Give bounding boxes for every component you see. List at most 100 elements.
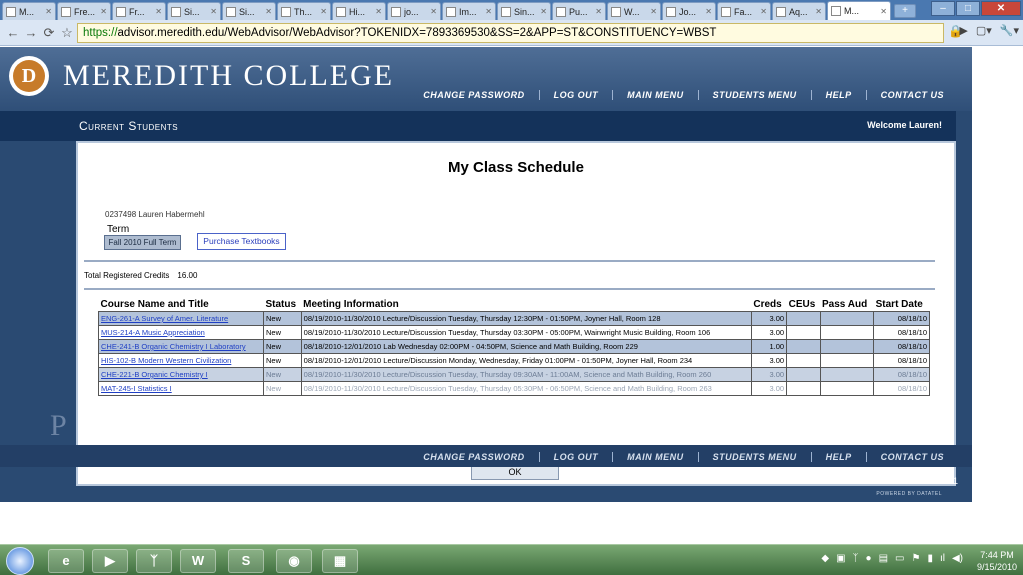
- maximize-button[interactable]: □: [956, 1, 980, 16]
- course-link[interactable]: CHE-241-B Organic Chemistry I Laboratory: [101, 342, 246, 351]
- tab-favicon-icon: [281, 6, 291, 17]
- tab-close-icon[interactable]: ✕: [540, 7, 547, 16]
- tray-icon[interactable]: ◆: [821, 553, 829, 564]
- skype-icon[interactable]: S: [228, 549, 264, 573]
- tab-close-icon[interactable]: ✕: [880, 7, 887, 16]
- welcome-message: Welcome Lauren!: [867, 120, 942, 130]
- nav-change-password[interactable]: Change Password: [409, 90, 538, 100]
- media-player-icon[interactable]: ▶: [92, 549, 128, 573]
- nav-log-out[interactable]: Log Out: [538, 90, 613, 100]
- tab-close-icon[interactable]: ✕: [760, 7, 767, 16]
- tab-close-icon[interactable]: ✕: [430, 7, 437, 16]
- table-cell: [819, 325, 875, 340]
- tab-close-icon[interactable]: ✕: [155, 7, 162, 16]
- tab-close-icon[interactable]: ✕: [485, 7, 492, 16]
- flag-icon[interactable]: ⚑: [911, 553, 920, 564]
- tab-close-icon[interactable]: ✕: [210, 7, 217, 16]
- nav-main-menu[interactable]: Main Menu: [612, 90, 698, 100]
- course-link[interactable]: ENG-261-A Survey of Amer. Literature: [101, 314, 228, 323]
- purchase-textbooks-button[interactable]: Purchase Textbooks: [197, 233, 286, 250]
- footer-nav-help[interactable]: Help: [810, 452, 866, 462]
- tab-close-icon[interactable]: ✕: [100, 7, 107, 16]
- footer-nav-students-menu[interactable]: Students Menu: [697, 452, 811, 462]
- browser-tab[interactable]: Fr... ✕: [112, 2, 166, 20]
- back-icon[interactable]: ←: [4, 25, 22, 40]
- tray-icon[interactable]: ●: [866, 553, 872, 564]
- term-selector-button[interactable]: Fall 2010 Full Term: [104, 235, 181, 250]
- tab-close-icon[interactable]: ✕: [650, 7, 657, 16]
- play-icon[interactable]: ▶: [959, 24, 967, 37]
- browser-tab[interactable]: M... ✕: [2, 2, 56, 20]
- tray-icon[interactable]: ▭: [895, 553, 904, 564]
- start-button-icon[interactable]: [6, 547, 34, 575]
- aim-icon[interactable]: ᛉ: [136, 549, 172, 573]
- course-link[interactable]: HIS-102-B Modern Western Civilization: [101, 356, 231, 365]
- tray-icon[interactable]: ᛉ: [853, 553, 859, 564]
- browser-tab[interactable]: Si... ✕: [222, 2, 276, 20]
- tab-close-icon[interactable]: ✕: [595, 7, 602, 16]
- ok-button[interactable]: OK: [471, 465, 559, 480]
- tab-close-icon[interactable]: ✕: [45, 7, 52, 16]
- chrome-icon[interactable]: ◉: [276, 549, 312, 573]
- course-link[interactable]: MUS-214-A Music Appreciation: [101, 328, 205, 337]
- browser-tab[interactable]: Aq... ✕: [772, 2, 826, 20]
- course-link[interactable]: CHE-221-B Organic Chemistry I: [101, 370, 208, 379]
- reload-icon[interactable]: ⟳: [40, 25, 58, 41]
- browser-tab[interactable]: jo... ✕: [387, 2, 441, 20]
- volume-icon[interactable]: ◀): [952, 553, 963, 564]
- tab-close-icon[interactable]: ✕: [705, 7, 712, 16]
- browser-tab[interactable]: Fa... ✕: [717, 2, 771, 20]
- tray-icon[interactable]: ▣: [836, 553, 845, 564]
- page-menu-icon[interactable]: ▢▾: [976, 24, 992, 37]
- table-cell: 08/19/2010-11/30/2010 Lecture/Discussion…: [300, 367, 752, 382]
- forward-icon[interactable]: →: [22, 25, 40, 40]
- new-tab-button[interactable]: +: [894, 4, 916, 18]
- browser-tab[interactable]: Im... ✕: [442, 2, 496, 20]
- browser-tab[interactable]: Jo... ✕: [662, 2, 716, 20]
- table-cell: 3.00: [750, 311, 788, 326]
- tab-close-icon[interactable]: ✕: [815, 7, 822, 16]
- nav-help[interactable]: Help: [810, 90, 866, 100]
- table-cell: New: [263, 325, 302, 340]
- tab-favicon-icon: [391, 6, 401, 17]
- tray-icon[interactable]: ▤: [879, 553, 888, 564]
- college-logo[interactable]: D: [9, 56, 49, 96]
- signal-icon[interactable]: ıl: [940, 553, 945, 564]
- browser-tab[interactable]: Hi... ✕: [332, 2, 386, 20]
- address-bar[interactable]: https://advisor.meredith.edu/WebAdvisor/…: [77, 23, 944, 43]
- browser-tab[interactable]: Pu... ✕: [552, 2, 606, 20]
- browser-tab[interactable]: Sin... ✕: [497, 2, 551, 20]
- browser-toolbar: ← → ⟳ ☆ https://advisor.meredith.edu/Web…: [0, 20, 1023, 46]
- browser-tab[interactable]: M... ✕: [827, 1, 891, 20]
- tab-label: Jo...: [679, 6, 697, 17]
- star-icon[interactable]: ☆: [58, 25, 76, 41]
- minimize-button[interactable]: –: [931, 1, 955, 16]
- table-cell: [819, 381, 875, 396]
- word-icon[interactable]: W: [180, 549, 216, 573]
- close-window-button[interactable]: ✕: [981, 1, 1021, 16]
- browser-tab[interactable]: W... ✕: [607, 2, 661, 20]
- tab-close-icon[interactable]: ✕: [375, 7, 382, 16]
- browser-tab[interactable]: Fre... ✕: [57, 2, 111, 20]
- footer-nav-main-menu[interactable]: Main Menu: [612, 452, 698, 462]
- footer-nav-contact-us[interactable]: Contact Us: [865, 452, 958, 462]
- browser-tab[interactable]: Th... ✕: [277, 2, 331, 20]
- nav-students-menu[interactable]: Students Menu: [697, 90, 811, 100]
- course-link[interactable]: MAT-245-I Statistics I: [101, 384, 172, 393]
- divider: [84, 260, 935, 262]
- wrench-icon[interactable]: 🔧▾: [1000, 24, 1019, 37]
- tab-close-icon[interactable]: ✕: [265, 7, 272, 16]
- table-row: HIS-102-B Modern Western Civilization New…: [98, 353, 930, 368]
- table-cell: [819, 311, 875, 326]
- ie-icon[interactable]: e: [48, 549, 84, 573]
- footer-navigation: Change Password Log Out Main Menu Studen…: [409, 449, 958, 465]
- footer-nav-change-password[interactable]: Change Password: [409, 452, 538, 462]
- network-icon[interactable]: ▮: [927, 553, 933, 564]
- browser-tab[interactable]: Si... ✕: [167, 2, 221, 20]
- network-app-icon[interactable]: ▦: [322, 549, 358, 573]
- nav-contact-us[interactable]: Contact Us: [865, 90, 958, 100]
- footer-nav-log-out[interactable]: Log Out: [538, 452, 613, 462]
- system-clock[interactable]: 7:44 PM 9/15/2010: [977, 549, 1017, 573]
- table-cell: 3.00: [750, 381, 788, 396]
- tab-close-icon[interactable]: ✕: [320, 7, 327, 16]
